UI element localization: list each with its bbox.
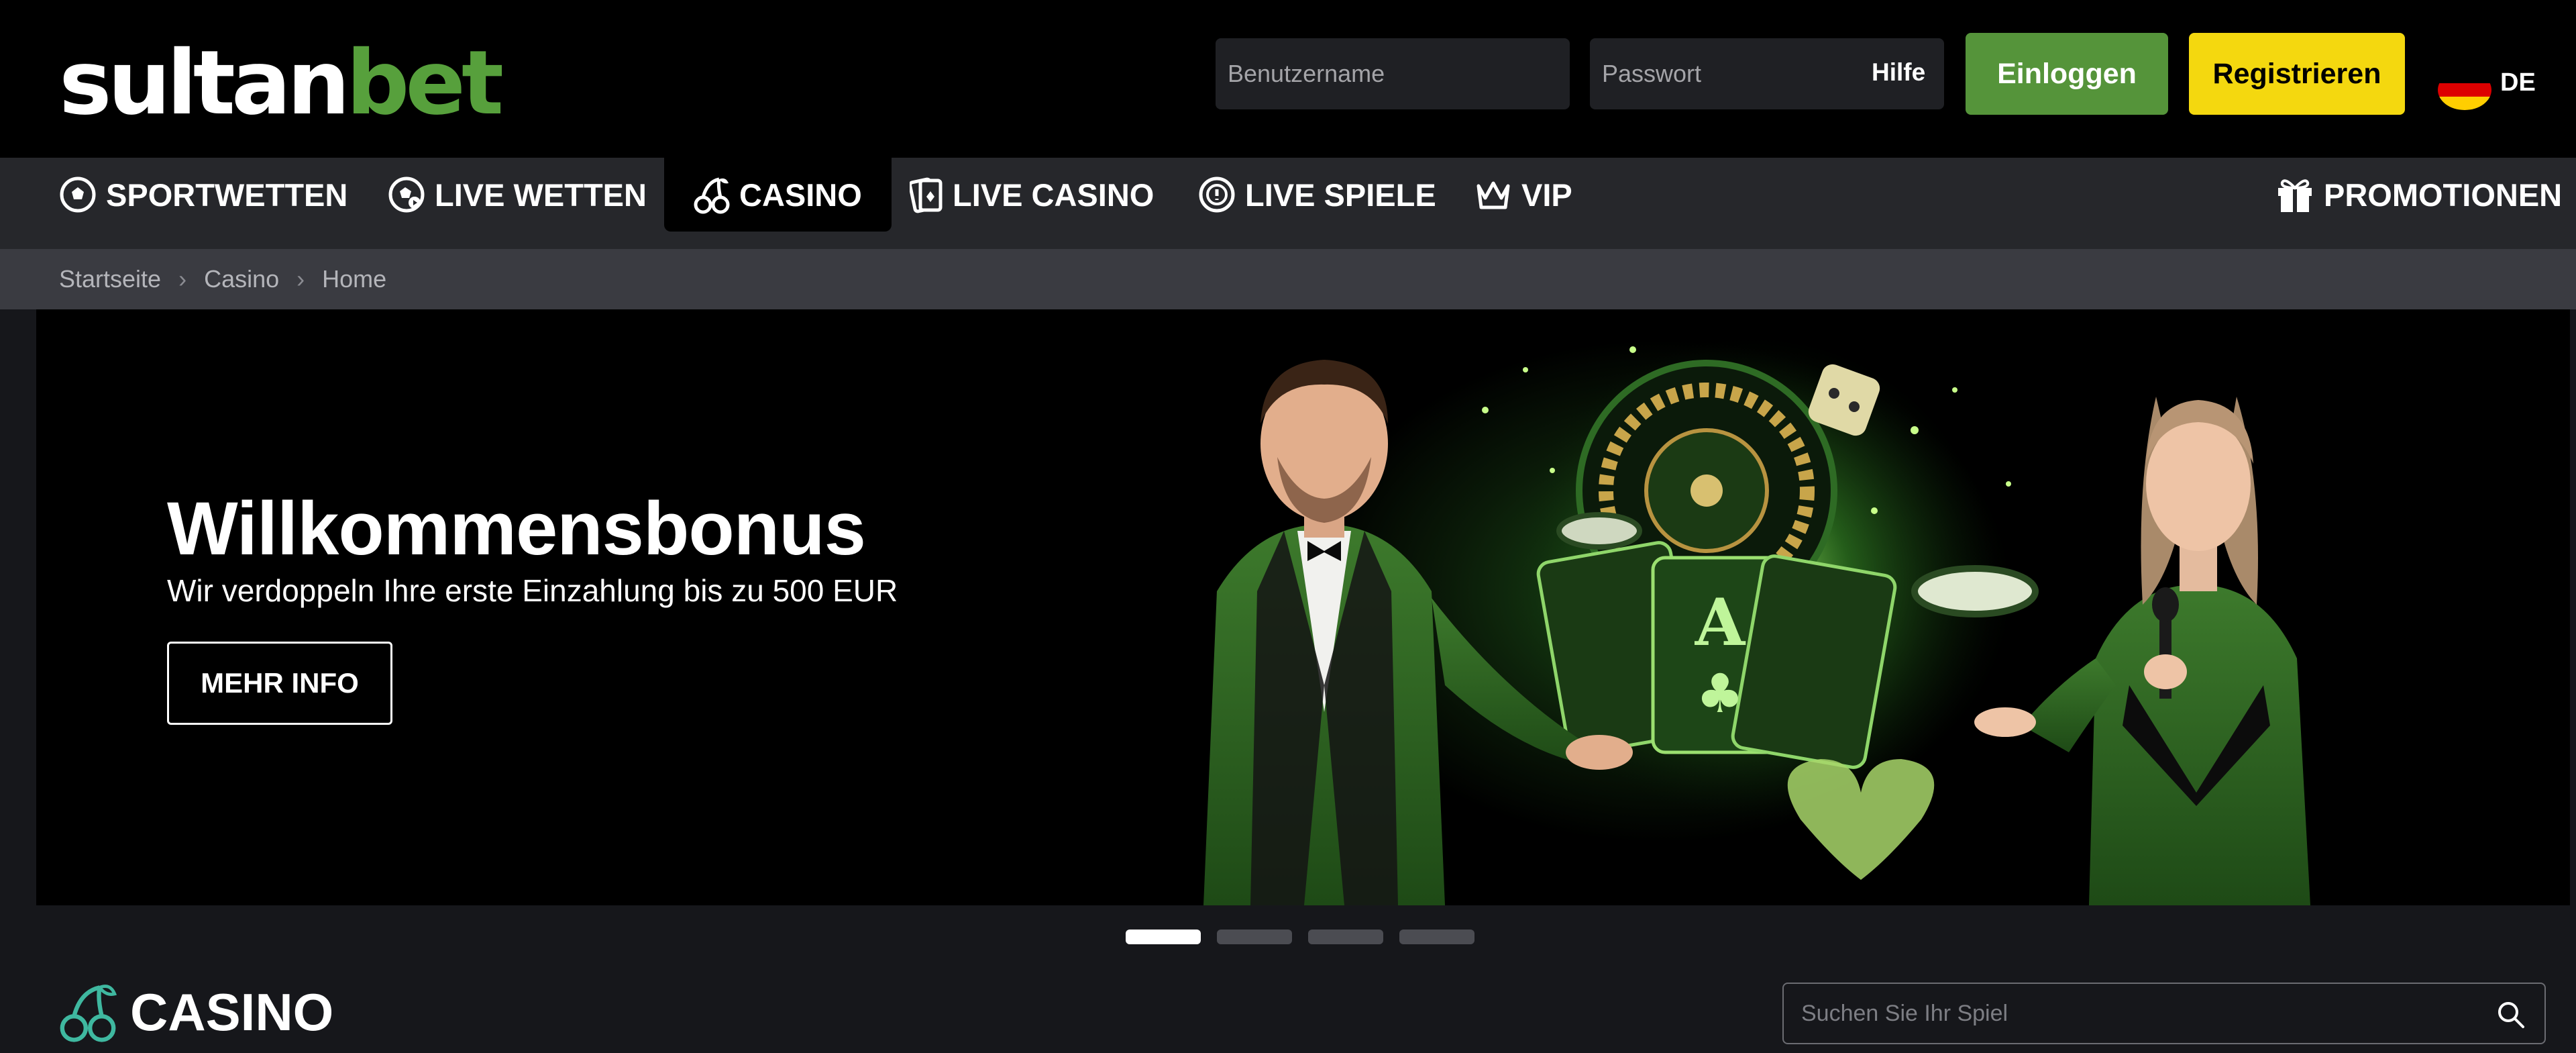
nav-label: LIVE WETTEN xyxy=(435,177,647,213)
carousel-dot-4[interactable] xyxy=(1399,930,1474,944)
logo[interactable]: sultanbet xyxy=(59,39,504,128)
svg-text:A: A xyxy=(1695,585,1746,660)
live-ball-icon xyxy=(388,177,425,213)
username-placeholder: Benutzername xyxy=(1228,60,1385,87)
live-games-icon xyxy=(1199,177,1235,213)
banner-subtitle: Wir verdoppeln Ihre erste Einzahlung bis… xyxy=(167,573,898,608)
chevron-right-icon: › xyxy=(297,265,305,293)
nav-item-live-wetten[interactable]: LIVE WETTEN xyxy=(388,158,647,232)
crown-icon xyxy=(1477,181,1510,209)
nav-label: LIVE CASINO xyxy=(953,177,1155,213)
nav-label: VIP xyxy=(1521,177,1572,213)
nav-item-casino[interactable]: CASINO xyxy=(664,158,892,232)
casino-section-title: CASINO xyxy=(59,980,333,1044)
breadcrumb-item[interactable]: Startseite xyxy=(59,265,161,293)
site-header: sultanbet Benutzername Passwort Hilfe Ei… xyxy=(0,0,2576,158)
logo-text-accent: bet xyxy=(345,32,504,135)
carousel-dot-1[interactable] xyxy=(1126,930,1201,944)
nav-label: PROMOTIONEN xyxy=(2324,177,2563,213)
username-input[interactable]: Benutzername xyxy=(1216,38,1570,109)
cards-icon xyxy=(910,177,943,213)
hero-banner[interactable]: A ♣ Willkommensbonus Wir verdoppeln Ihre… xyxy=(36,309,2570,905)
search-placeholder: Suchen Sie Ihr Spiel xyxy=(1801,1000,2008,1026)
more-info-button[interactable]: MEHR INFO xyxy=(167,642,392,725)
password-placeholder: Passwort xyxy=(1602,60,1702,87)
help-link[interactable]: Hilfe xyxy=(1872,58,1925,87)
main-nav: SPORTWETTEN LIVE WETTEN CASINO LIVE CASI… xyxy=(0,158,2576,249)
banner-title: Willkommensbonus xyxy=(167,487,866,570)
game-search-input[interactable]: Suchen Sie Ihr Spiel xyxy=(1782,983,2546,1044)
nav-item-live-casino[interactable]: LIVE CASINO xyxy=(910,158,1154,232)
nav-item-live-spiele[interactable]: LIVE SPIELE xyxy=(1198,158,1436,232)
carousel-indicators xyxy=(1126,930,1474,944)
woman-figure xyxy=(1974,397,2310,905)
breadcrumb: Startseite › Casino › Home xyxy=(0,249,2576,309)
login-button[interactable]: Einloggen xyxy=(1966,33,2168,115)
casino-title-text: CASINO xyxy=(130,982,334,1042)
carousel-dot-2[interactable] xyxy=(1217,930,1292,944)
nav-label: LIVE SPIELE xyxy=(1245,177,1436,213)
nav-label: CASINO xyxy=(739,177,862,213)
nav-label: SPORTWETTEN xyxy=(106,177,348,213)
register-button[interactable]: Registrieren xyxy=(2189,33,2405,115)
search-icon[interactable] xyxy=(2496,1000,2526,1030)
language-selector[interactable]: DE xyxy=(2500,68,2536,97)
chevron-right-icon: › xyxy=(178,265,187,293)
cherry-icon xyxy=(694,177,730,214)
nav-item-promotionen[interactable]: PROMOTIONEN xyxy=(2275,158,2562,232)
soccer-ball-icon xyxy=(60,177,96,213)
nav-item-sportwetten[interactable]: SPORTWETTEN xyxy=(59,158,347,232)
gift-icon xyxy=(2278,179,2312,212)
breadcrumb-item: Home xyxy=(322,265,387,293)
banner-casino-artwork: A ♣ xyxy=(1203,336,2310,905)
carousel-dot-3[interactable] xyxy=(1308,930,1383,944)
cherry-icon xyxy=(60,985,117,1042)
germany-flag-icon[interactable] xyxy=(2438,70,2491,110)
breadcrumb-item[interactable]: Casino xyxy=(204,265,279,293)
nav-item-vip[interactable]: VIP xyxy=(1474,158,1572,232)
logo-text-primary: sultan xyxy=(59,32,350,135)
svg-text:♣: ♣ xyxy=(1696,662,1744,725)
